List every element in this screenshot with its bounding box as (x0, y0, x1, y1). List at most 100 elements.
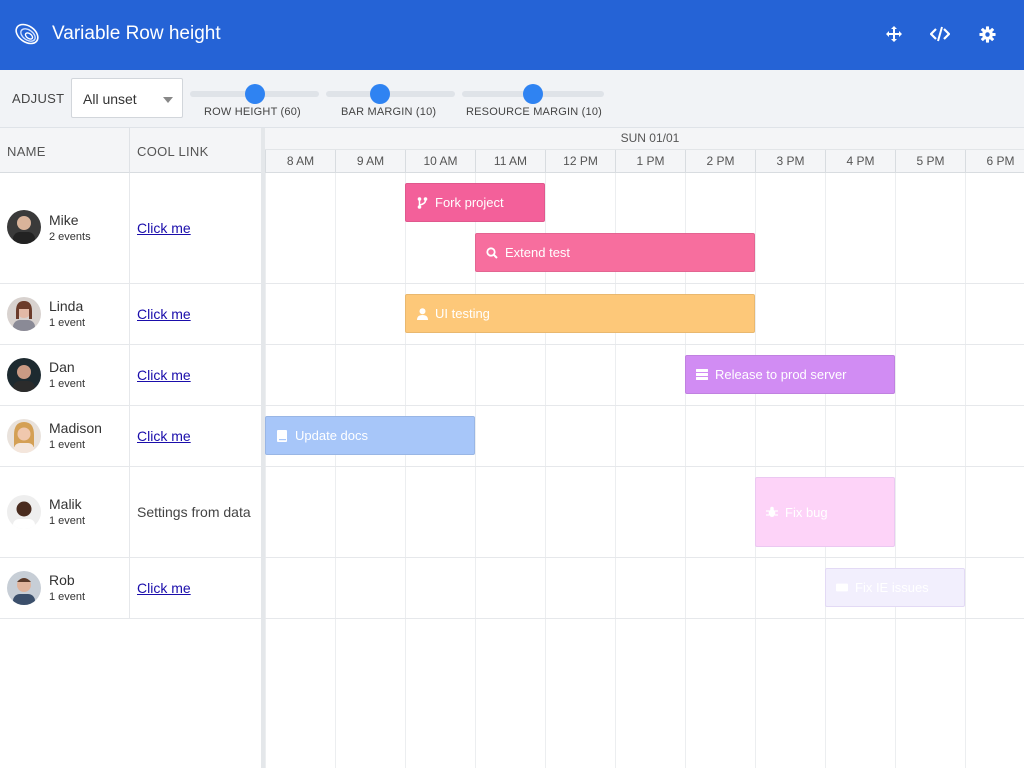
column-header-cool-link[interactable]: COOL LINK (130, 128, 261, 173)
column-header-label: NAME (7, 144, 46, 159)
cell-divider (129, 467, 130, 557)
event-bar[interactable]: Extend test (475, 233, 755, 272)
row-gridline (265, 618, 1024, 619)
hour-gridline (335, 173, 336, 768)
row-gridline (265, 557, 1024, 558)
slider-thumb[interactable] (370, 84, 390, 104)
hour-gridline (965, 173, 966, 768)
event-name: UI testing (435, 306, 490, 321)
resource-margin-slider[interactable]: RESOURCE MARGIN (10) (462, 78, 605, 122)
event-name: Fix bug (785, 504, 828, 520)
cool-link-text: Settings from data (137, 504, 251, 520)
hour-header: 1 PM (615, 150, 685, 174)
avatar (7, 571, 41, 605)
hour-header: 8 AM (265, 150, 335, 174)
logo-icon (15, 23, 39, 45)
event-name: Extend test (505, 245, 571, 260)
resource-row[interactable]: Rob 1 event Click me (0, 558, 261, 619)
resource-name: Madison (49, 420, 102, 436)
hour-header: 3 PM (755, 150, 825, 174)
keyboard-icon (836, 582, 848, 594)
hour-header: 4 PM (825, 150, 895, 174)
slider-thumb[interactable] (245, 84, 265, 104)
chevron-down-icon (163, 97, 173, 103)
slider-thumb[interactable] (523, 84, 543, 104)
hour-gridline (895, 173, 896, 768)
resource-name: Dan (49, 359, 75, 375)
event-bar[interactable]: Fork project (405, 183, 545, 222)
row-gridline (265, 405, 1024, 406)
event-count: 1 event (49, 317, 86, 329)
app-header: Variable Row height (0, 0, 1024, 70)
slider-label: RESOURCE MARGIN (10) (466, 106, 603, 118)
cool-link[interactable]: Click me (137, 580, 191, 596)
book-icon (276, 429, 288, 442)
avatar (7, 419, 41, 453)
cool-link[interactable]: Click me (137, 428, 191, 444)
resource-row[interactable]: Mike 2 events Click me (0, 173, 261, 284)
cell-divider (129, 345, 130, 405)
event-name: Fix IE issues (855, 580, 929, 595)
avatar (7, 495, 41, 529)
hour-header: 9 AM (335, 150, 405, 174)
event-bar[interactable]: Fix IE issues (825, 568, 965, 607)
row-gridline (265, 466, 1024, 467)
hour-header: 2 PM (685, 150, 755, 174)
event-name: Fork project (435, 195, 504, 210)
cool-link[interactable]: Click me (137, 306, 191, 322)
event-bar[interactable]: Fix bug (755, 477, 895, 547)
resource-name: Linda (49, 298, 84, 314)
timeline-header: SUN 01/01 8 AM 9 AM 10 AM 11 AM 12 PM 1 PM 2 P… (265, 128, 1024, 174)
cell-divider (129, 173, 130, 283)
hour-header: 5 PM (895, 150, 965, 174)
move-arrows-icon (886, 26, 902, 42)
timeline-body[interactable]: Fork project Extend test UI testing Release… (265, 173, 1024, 768)
hour-gridline (755, 173, 756, 768)
slider-label: BAR MARGIN (10) (341, 106, 437, 118)
event-bar[interactable]: Release to prod server (685, 355, 895, 394)
combo-value: All unset (83, 91, 137, 107)
hour-header: 6 PM (965, 150, 1024, 174)
slider-track (326, 91, 455, 97)
resource-row[interactable]: Madison 1 event Click me (0, 406, 261, 467)
fullscreen-button[interactable] (882, 22, 906, 46)
event-count: 1 event (49, 439, 86, 451)
code-icon (930, 26, 950, 42)
hour-header-row: 8 AM 9 AM 10 AM 11 AM 12 PM 1 PM 2 PM 3 PM 4 PM 5… (265, 149, 1024, 174)
column-header-name[interactable]: NAME (0, 128, 130, 173)
row-gridline (265, 283, 1024, 284)
hour-gridline (825, 173, 826, 768)
column-header-label: COOL LINK (137, 144, 209, 159)
view-code-button[interactable] (928, 22, 952, 46)
hour-header: 12 PM (545, 150, 615, 174)
resource-row[interactable]: Dan 1 event Click me (0, 345, 261, 406)
timeline: SUN 01/01 8 AM 9 AM 10 AM 11 AM 12 PM 1 PM 2 P… (265, 128, 1024, 768)
page-title: Variable Row height (52, 23, 221, 44)
cell-divider (129, 284, 130, 344)
row-height-slider[interactable]: ROW HEIGHT (60) (190, 78, 320, 122)
toolbar: ADJUST All unset ROW HEIGHT (60) BAR MAR… (0, 70, 1024, 128)
event-count: 2 events (49, 231, 91, 243)
event-bar[interactable]: Update docs (265, 416, 475, 455)
bar-margin-slider[interactable]: BAR MARGIN (10) (326, 78, 456, 122)
avatar (7, 358, 41, 392)
gear-icon (978, 25, 996, 43)
event-bar[interactable]: UI testing (405, 294, 755, 333)
hour-header: 10 AM (405, 150, 475, 174)
settings-button[interactable] (975, 22, 999, 46)
cool-link[interactable]: Click me (137, 220, 191, 236)
resource-name: Mike (49, 212, 79, 228)
resource-grid: NAME COOL LINK Mike 2 events Click me Li… (0, 128, 261, 768)
scheduler-grid: NAME COOL LINK Mike 2 events Click me Li… (0, 128, 1024, 768)
server-icon (696, 369, 708, 381)
cool-link[interactable]: Click me (137, 367, 191, 383)
resource-row[interactable]: Linda 1 event Click me (0, 284, 261, 345)
row-gridline (265, 344, 1024, 345)
resource-row[interactable]: Malik 1 event Settings from data (0, 467, 261, 558)
resource-name: Malik (49, 496, 82, 512)
resource-name: Rob (49, 572, 75, 588)
user-icon (416, 307, 428, 320)
adjust-combo[interactable]: All unset (71, 78, 183, 118)
hour-header: 11 AM (475, 150, 545, 174)
event-count: 1 event (49, 378, 86, 390)
